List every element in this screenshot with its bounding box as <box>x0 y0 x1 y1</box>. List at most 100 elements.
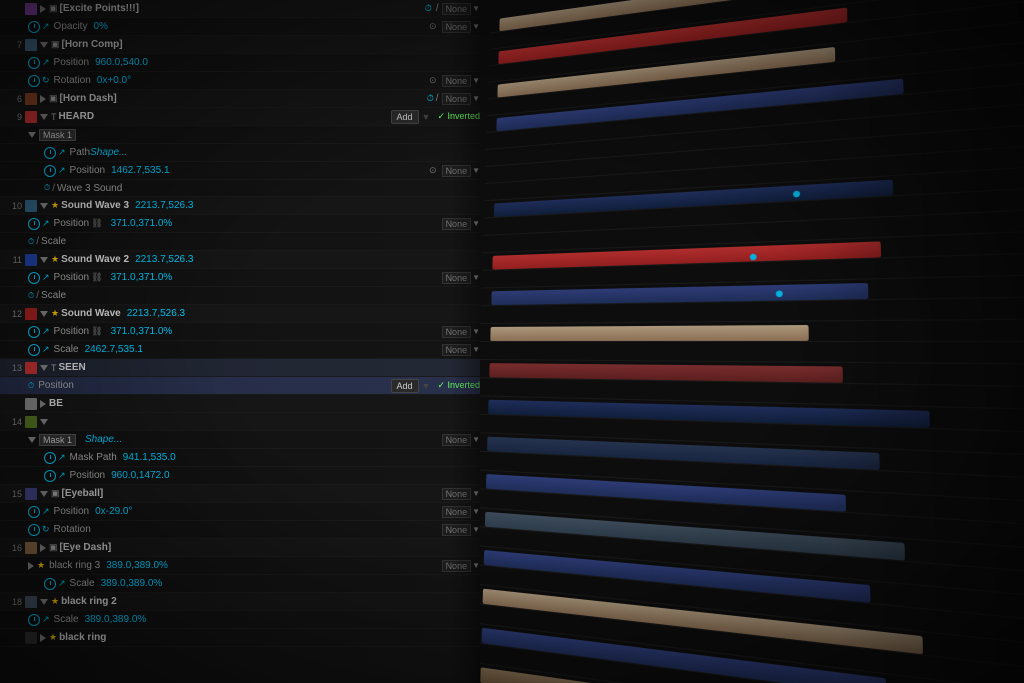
stopwatch-btn[interactable] <box>28 218 40 230</box>
none-dd[interactable]: None <box>442 75 472 87</box>
expand-icon[interactable] <box>28 132 36 138</box>
stopwatch-btn[interactable] <box>44 452 56 464</box>
layer-black-ring[interactable]: ★ black ring <box>0 629 480 647</box>
expand-icon[interactable] <box>40 634 46 642</box>
layer-num: 9 <box>4 112 22 122</box>
prop-row-scale-sw2[interactable]: ⏱ / Scale <box>0 287 480 305</box>
add-btn[interactable]: Add <box>391 379 419 393</box>
prop-row-rot-eyeball[interactable]: ↻ Rotation None ▼ <box>0 521 480 539</box>
arrow-icon: ▼ <box>472 4 480 13</box>
none-dd[interactable]: None <box>442 272 472 284</box>
stopwatch-btn[interactable] <box>28 21 40 33</box>
expand-icon[interactable] <box>40 257 48 263</box>
layer-row-18[interactable]: 18 ★ black ring 2 <box>0 593 480 611</box>
stopwatch-btn[interactable] <box>28 326 40 338</box>
add-btn[interactable]: Add <box>391 110 419 124</box>
pos-icon: ↗ <box>42 272 50 283</box>
layer-black-ring-3[interactable]: ★ black ring 3 389.0,389.0% None ▼ <box>0 557 480 575</box>
layer-row-15[interactable]: 15 ▣ [Eyeball] None ▼ <box>0 485 480 503</box>
layer-name: [Excite Points!!!] <box>60 3 139 14</box>
prop-row-position[interactable]: ↗ Position 960.0,540.0 <box>0 54 480 72</box>
layer-row-10[interactable]: 10 ★ Sound Wave 3 2213.7,526.3 <box>0 197 480 215</box>
prop-row-maskpath-14[interactable]: ↗ Mask Path 941.1,535.0 <box>0 449 480 467</box>
mask-row-14[interactable]: Mask 1 Shape... None ▼ <box>0 431 480 449</box>
stopwatch-btn[interactable] <box>28 506 40 518</box>
stopwatch-btn[interactable] <box>44 578 56 590</box>
layer-row-16[interactable]: 16 ▣ [Eye Dash] <box>0 539 480 557</box>
layer-row[interactable]: ▣ [Excite Points!!!] ⏱ / None ▼ <box>0 0 480 18</box>
expand-icon[interactable] <box>40 42 48 48</box>
expand-icon[interactable] <box>40 419 48 425</box>
prop-row-position-seen[interactable]: ⏱ Position Add ▼ ✓ Inverted <box>0 377 480 395</box>
expand-icon[interactable] <box>28 562 34 570</box>
prop-label: Position <box>54 272 90 283</box>
stopwatch-btn[interactable] <box>44 147 56 159</box>
layer-num: 6 <box>4 94 22 104</box>
stopwatch-btn[interactable] <box>28 614 40 626</box>
none-dd[interactable]: None <box>442 21 472 33</box>
prop-row-pos-14[interactable]: ↗ Position 960.0,1472.0 <box>0 467 480 485</box>
none-dd[interactable]: None <box>442 560 472 572</box>
layer-row-12[interactable]: 12 ★ Sound Wave 2213.7,526.3 <box>0 305 480 323</box>
prop-row-scale-br2[interactable]: ↗ Scale 389.0,389.0% <box>0 611 480 629</box>
timeline-content <box>480 0 1024 683</box>
expand-icon[interactable] <box>40 599 48 605</box>
expand-icon[interactable] <box>40 491 48 497</box>
slash: / <box>36 236 39 247</box>
none-icon: ⊙ <box>429 21 437 32</box>
prop-row-pos-eyeball[interactable]: ↗ Position 0x-29.0° None ▼ <box>0 503 480 521</box>
layer-row-6[interactable]: 6 ▣ [Horn Dash] ⏱ / None ▼ <box>0 90 480 108</box>
arrow: ▼ <box>472 94 480 103</box>
stopwatch-btn[interactable] <box>28 75 40 87</box>
layer-row-9[interactable]: 9 T HEARD Add ▼ ✓ Inverted <box>0 108 480 126</box>
expand-icon[interactable] <box>40 203 48 209</box>
prop-row-pos-sw3[interactable]: ↗ Position ⛓ 371.0,371.0% None ▼ <box>0 215 480 233</box>
none-dd[interactable]: None <box>442 93 472 105</box>
rot-icon: ↻ <box>42 75 50 86</box>
prop-row-maskpath[interactable]: ↗ Path Shape... <box>0 144 480 162</box>
expand-icon[interactable] <box>40 544 46 552</box>
expand-icon[interactable] <box>40 95 46 103</box>
expand-icon[interactable] <box>40 400 46 408</box>
none-dd[interactable]: None <box>442 218 472 230</box>
none-dropdown[interactable]: None <box>442 3 472 15</box>
stopwatch-btn[interactable] <box>28 272 40 284</box>
none-dd[interactable]: None <box>442 326 472 338</box>
none-dd[interactable]: None <box>442 434 472 446</box>
layer-row-14[interactable]: 14 <box>0 413 480 431</box>
prop-row-scale-sw[interactable]: ↗ Scale 2462.7,535.1 None ▼ <box>0 341 480 359</box>
expand-icon[interactable] <box>28 437 36 443</box>
property-row-opacity[interactable]: ↗ Opacity 0% ⊙ None ▼ <box>0 18 480 36</box>
link-icon: ⊙ <box>429 75 437 86</box>
layer-row-be[interactable]: BE <box>0 395 480 413</box>
none-dd[interactable]: None <box>442 344 472 356</box>
none-dd[interactable]: None <box>442 165 472 177</box>
none-dd[interactable]: None <box>442 506 472 518</box>
layer-row-13[interactable]: 13 T SEEN <box>0 359 480 377</box>
arrow: ▼ <box>472 327 480 336</box>
expand-icon[interactable] <box>40 114 48 120</box>
layer-row-7[interactable]: 7 ▣ [Horn Comp] <box>0 36 480 54</box>
mask-row[interactable]: Mask 1 <box>0 126 480 144</box>
prop-row-scale-sw3[interactable]: ⏱ / Scale <box>0 233 480 251</box>
prop-row-pos-sw[interactable]: ↗ Position ⛓ 371.0,371.0% None ▼ <box>0 323 480 341</box>
stopwatch-btn[interactable] <box>28 57 40 69</box>
prop-value: 371.0,371.0% <box>111 326 173 337</box>
pos-icon: ↗ <box>42 326 50 337</box>
none-dd[interactable]: None <box>442 524 472 536</box>
prop-row-position-2[interactable]: ↗ Position 1462.7,535.1 ⊙ None ▼ <box>0 162 480 180</box>
pos-val: 2213.7,526.3 <box>135 200 193 211</box>
prop-row-scale-br3[interactable]: ↗ Scale 389.0,389.0% <box>0 575 480 593</box>
prop-row-rotation[interactable]: ↻ Rotation 0x+0.0° ⊙ None ▼ <box>0 72 480 90</box>
expand-icon[interactable] <box>40 5 46 13</box>
none-dd[interactable]: None <box>442 488 472 500</box>
prop-row-pos-sw2[interactable]: ↗ Position ⛓ 371.0,371.0% None ▼ <box>0 269 480 287</box>
expand-icon[interactable] <box>40 365 48 371</box>
scale-icon: ⏱ <box>28 237 34 247</box>
stopwatch-btn[interactable] <box>44 165 56 177</box>
stopwatch-btn[interactable] <box>44 470 56 482</box>
layer-row-11[interactable]: 11 ★ Sound Wave 2 2213.7,526.3 <box>0 251 480 269</box>
stopwatch-btn[interactable] <box>28 344 40 356</box>
expand-icon[interactable] <box>40 311 48 317</box>
stopwatch-btn[interactable] <box>28 524 40 536</box>
